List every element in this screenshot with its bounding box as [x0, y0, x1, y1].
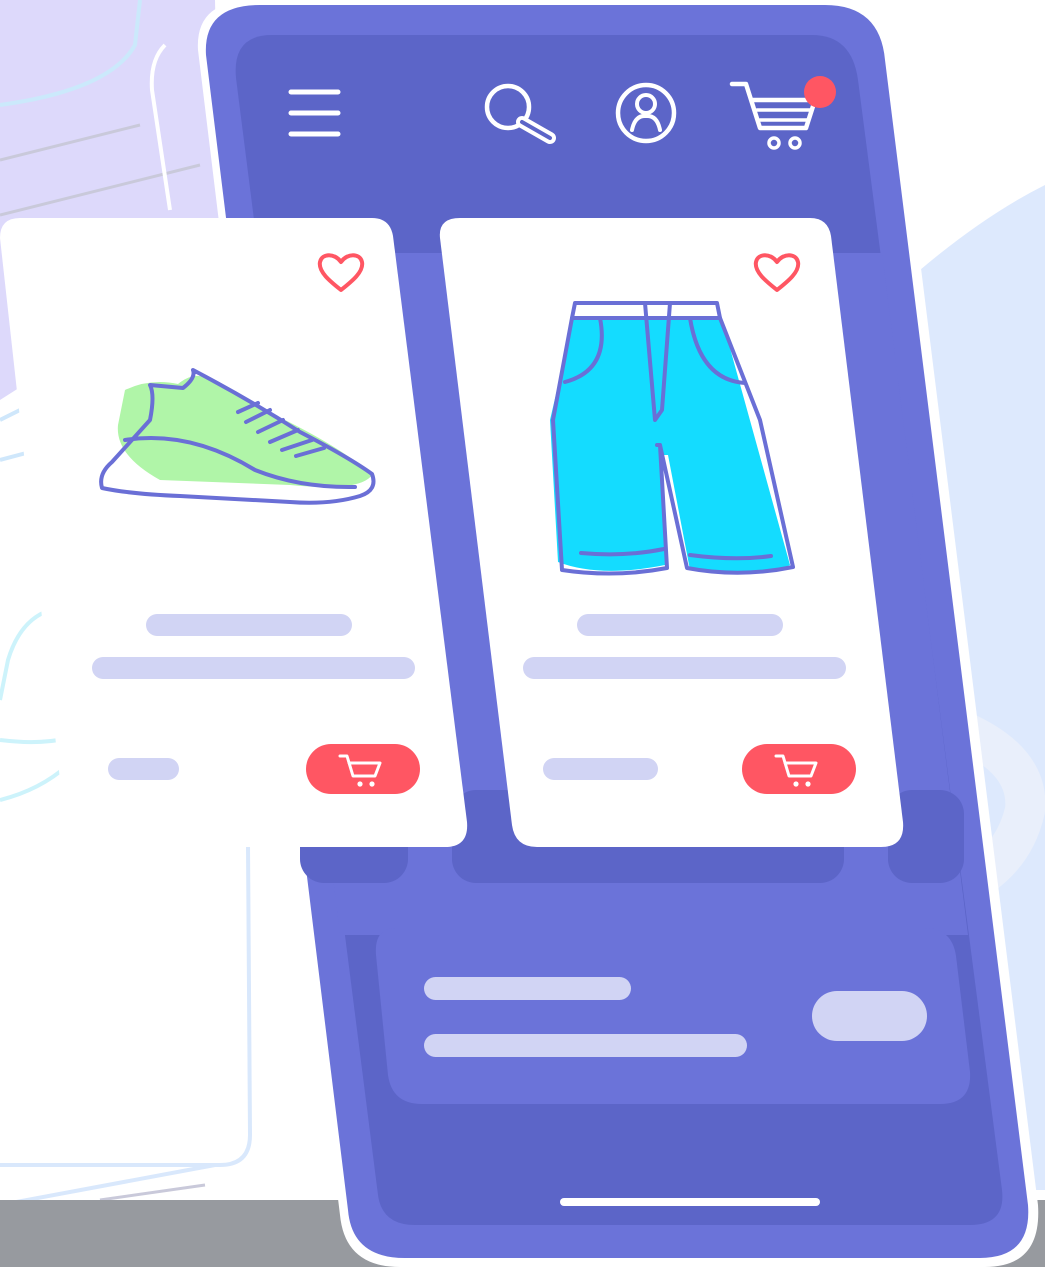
product-description-placeholder — [92, 657, 415, 679]
price-placeholder — [108, 758, 179, 780]
add-to-cart-button[interactable] — [742, 744, 856, 794]
banner-action-button[interactable] — [812, 991, 927, 1041]
menu-icon[interactable] — [282, 80, 352, 145]
promo-banner[interactable] — [375, 928, 971, 1104]
product-card[interactable] — [0, 218, 468, 847]
product-description-placeholder — [523, 657, 846, 679]
price-placeholder — [543, 758, 658, 780]
product-card[interactable] — [439, 218, 904, 847]
search-icon[interactable] — [475, 75, 565, 150]
cart-notification-badge — [804, 76, 836, 108]
product-title-placeholder — [577, 614, 783, 636]
banner-subtitle-placeholder — [424, 1034, 747, 1057]
add-to-cart-button[interactable] — [306, 744, 420, 794]
product-title-placeholder — [146, 614, 352, 636]
shopping-app-illustration — [0, 0, 1045, 1267]
home-indicator[interactable] — [560, 1198, 820, 1206]
cart-icon[interactable] — [725, 75, 840, 155]
banner-title-placeholder — [424, 977, 631, 1000]
